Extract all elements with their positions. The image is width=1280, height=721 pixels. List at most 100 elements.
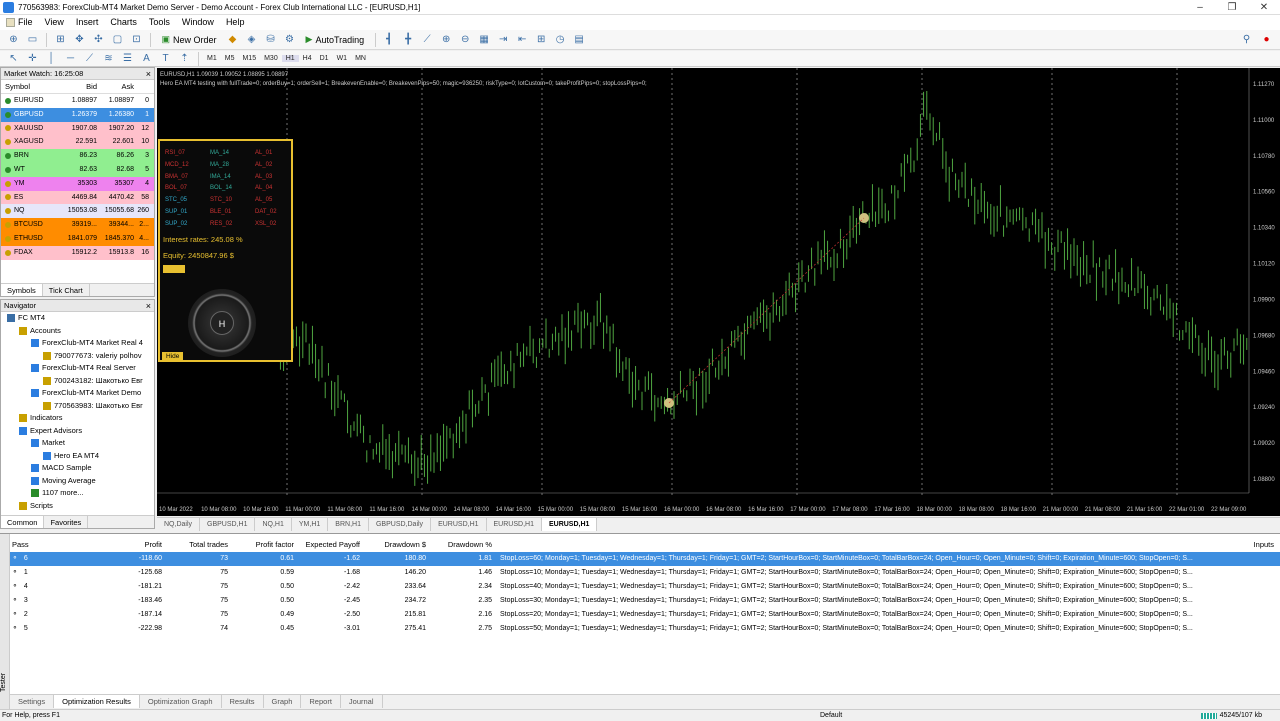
- navigator-item[interactable]: FC MT4: [1, 312, 154, 325]
- navigator-item[interactable]: Hero EA MT4: [1, 450, 154, 463]
- result-row[interactable]: ⚬ 3 -183.46 75 0.50 -2.45 234.72 2.35 StopLoss=3…: [10, 594, 1280, 608]
- col-pass[interactable]: Pass: [10, 538, 96, 551]
- col-symbol[interactable]: Symbol: [1, 80, 63, 93]
- navigator-item[interactable]: Expert Advisors: [1, 425, 154, 438]
- zoom-in-icon[interactable]: ⊕: [438, 32, 454, 48]
- bar-chart-icon[interactable]: ┫: [381, 32, 397, 48]
- col-profit-factor[interactable]: Profit factor: [228, 538, 294, 551]
- navigator-item[interactable]: 700243182: Шакотько Евг: [1, 375, 154, 388]
- result-row[interactable]: ⚬ 1 -125.68 75 0.59 -1.68 146.20 1.46 StopLoss=1…: [10, 566, 1280, 580]
- menu-view[interactable]: View: [39, 15, 70, 30]
- autotrading-button[interactable]: ▶ AutoTrading: [301, 32, 370, 48]
- tester-tab[interactable]: Graph: [264, 695, 302, 708]
- templates-icon[interactable]: ▤: [571, 32, 587, 48]
- navigator-item[interactable]: Market: [1, 437, 154, 450]
- navigator-item[interactable]: MACD Sample: [1, 462, 154, 475]
- options-icon[interactable]: ⚙: [282, 32, 298, 48]
- col-ask[interactable]: Ask: [97, 80, 134, 93]
- tf-h4[interactable]: H4: [299, 55, 316, 62]
- navigator-item[interactable]: 1107 more...: [1, 487, 154, 500]
- close-icon[interactable]: ×: [146, 68, 151, 80]
- tf-m1[interactable]: M1: [203, 55, 221, 62]
- vertical-line-icon[interactable]: │: [44, 51, 60, 67]
- tester-tab[interactable]: Journal: [341, 695, 383, 708]
- navigator-item[interactable]: ForexClub-MT4 Market Demo: [1, 387, 154, 400]
- indicators-icon[interactable]: ⊞: [533, 32, 549, 48]
- chart-tab[interactable]: NQ,Daily: [157, 518, 201, 531]
- menu-file[interactable]: File: [0, 15, 39, 30]
- market-watch-row[interactable]: XAUUSD 1907.08 1907.20 12: [1, 121, 154, 136]
- tester-tab[interactable]: Report: [301, 695, 341, 708]
- close-button[interactable]: ✕: [1248, 0, 1280, 15]
- market-watch-row[interactable]: WT 82.63 82.68 5: [1, 162, 154, 177]
- tab-common[interactable]: Common: [1, 516, 45, 528]
- col-spread[interactable]: [134, 80, 151, 93]
- chart-canvas[interactable]: 1.11270 1.11000 1.10780 1.10560 1.10340 1.101…: [157, 68, 1280, 516]
- tf-d1[interactable]: D1: [316, 55, 333, 62]
- col-total-trades[interactable]: Total trades: [162, 538, 228, 551]
- navigator-item[interactable]: Moving Average: [1, 475, 154, 488]
- tile-windows-icon[interactable]: ▦: [476, 32, 492, 48]
- market-watch-row[interactable]: YM 35303 35307 4: [1, 176, 154, 191]
- market-icon[interactable]: ⛁: [263, 32, 279, 48]
- tf-h1[interactable]: H1: [281, 55, 299, 62]
- tab-symbols[interactable]: Symbols: [1, 284, 43, 296]
- market-watch-row[interactable]: FDAX 15912.2 15913.8 16: [1, 245, 154, 260]
- tab-tick-chart[interactable]: Tick Chart: [43, 284, 90, 296]
- data-window-icon[interactable]: ✥: [72, 32, 88, 48]
- fibonacci-icon[interactable]: ☰: [120, 51, 136, 67]
- candlestick-icon[interactable]: ╋: [400, 32, 416, 48]
- tester-tab[interactable]: Settings: [10, 695, 55, 708]
- result-row[interactable]: ⚬ 2 -187.14 75 0.49 -2.50 215.81 2.16 StopLoss=2…: [10, 608, 1280, 622]
- chart-tab[interactable]: YM,H1: [292, 518, 329, 531]
- panel-button[interactable]: [163, 265, 185, 273]
- label-icon[interactable]: T: [158, 51, 174, 67]
- navigator-icon[interactable]: ✣: [91, 32, 107, 48]
- col-profit[interactable]: Profit: [96, 538, 162, 551]
- chart-tab[interactable]: EURUSD,H1: [541, 518, 598, 531]
- autoscroll-icon[interactable]: ⇥: [495, 32, 511, 48]
- result-row[interactable]: ⚬ 4 -181.21 75 0.50 -2.42 233.64 2.34 StopLoss=4…: [10, 580, 1280, 594]
- menu-tools[interactable]: Tools: [143, 15, 176, 30]
- close-icon[interactable]: ×: [146, 300, 151, 312]
- tester-tab[interactable]: Optimization Results: [54, 695, 140, 708]
- signals-icon[interactable]: ◈: [244, 32, 260, 48]
- col-inputs[interactable]: Inputs: [492, 538, 1280, 551]
- result-row[interactable]: ⚬ 5 -222.98 74 0.45 -3.01 275.41 2.75 StopLoss=5…: [10, 622, 1280, 636]
- col-expected-payoff[interactable]: Expected Payoff: [294, 538, 360, 551]
- tf-m30[interactable]: M30: [260, 55, 282, 62]
- menu-charts[interactable]: Charts: [104, 15, 143, 30]
- cursor-icon[interactable]: ↖: [6, 51, 22, 67]
- col-drawdown[interactable]: Drawdown $: [360, 538, 426, 551]
- navigator-item[interactable]: Accounts: [1, 325, 154, 338]
- result-row[interactable]: ⚬ 6 -118.60 73 0.61 -1.62 180.80 1.81 StopLoss=6…: [10, 552, 1280, 566]
- new-order-button[interactable]: ▣ New Order: [157, 32, 222, 48]
- metaeditor-icon[interactable]: ◆: [225, 32, 241, 48]
- market-watch-row[interactable]: GBPUSD 1.26379 1.26380 1: [1, 107, 154, 122]
- new-chart-icon[interactable]: ⊕: [6, 32, 22, 48]
- chart-tab[interactable]: GBPUSD,H1: [200, 518, 256, 531]
- zoom-out-icon[interactable]: ⊖: [457, 32, 473, 48]
- navigator-item[interactable]: Scripts: [1, 500, 154, 513]
- market-watch-row[interactable]: EURUSD 1.08897 1.08897 0: [1, 94, 154, 108]
- restore-button[interactable]: ❐: [1216, 0, 1248, 15]
- search-icon[interactable]: ⚲: [1239, 32, 1255, 48]
- horizontal-line-icon[interactable]: ─: [63, 51, 79, 67]
- terminal-icon[interactable]: ▢: [110, 32, 126, 48]
- navigator-item[interactable]: ForexClub-MT4 Real Server: [1, 362, 154, 375]
- tf-m15[interactable]: M15: [238, 55, 260, 62]
- market-watch-row[interactable]: BRN 86.23 86.26 3: [1, 149, 154, 163]
- chart-shift-icon[interactable]: ⇤: [514, 32, 530, 48]
- market-watch-row[interactable]: ES 4469.84 4470.42 58: [1, 190, 154, 205]
- market-watch-row[interactable]: XAGUSD 22.591 22.601 10: [1, 135, 154, 150]
- crosshair-icon[interactable]: ✛: [25, 51, 41, 67]
- chart-tab[interactable]: BRN,H1: [328, 518, 369, 531]
- navigator-item[interactable]: 770563983: Шакотько Евг: [1, 400, 154, 413]
- channel-icon[interactable]: ≋: [101, 51, 117, 67]
- navigator-item[interactable]: Indicators: [1, 412, 154, 425]
- tester-tab[interactable]: Optimization Graph: [140, 695, 222, 708]
- periods-icon[interactable]: ◷: [552, 32, 568, 48]
- market-watch-row[interactable]: ETHUSD 1841.079 1845.370 4...: [1, 231, 154, 246]
- chart-tab[interactable]: GBPUSD,Daily: [369, 518, 432, 531]
- price-chart[interactable]: 1.11270 1.11000 1.10780 1.10560 1.10340 1.101…: [157, 68, 1280, 516]
